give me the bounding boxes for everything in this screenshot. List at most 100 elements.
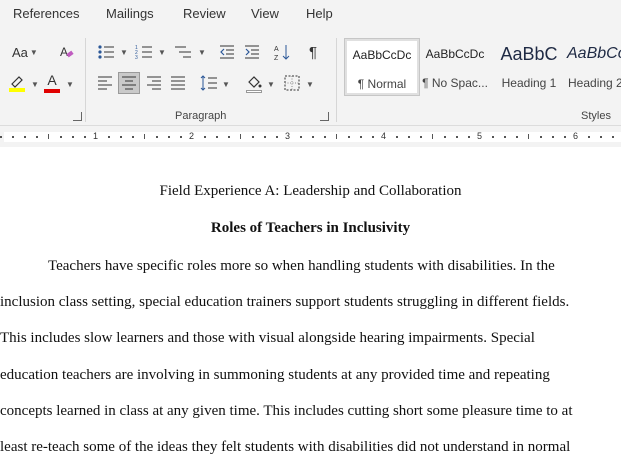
style-preview: AaBbCcDc [425,47,485,61]
change-case-button[interactable]: Aa ▼ [12,42,38,62]
ruler-dot [600,136,602,138]
increase-indent-button[interactable] [242,42,262,62]
numbered-list-icon: 123 [135,45,152,60]
chevron-down-icon[interactable]: ▼ [120,48,128,57]
style-preview: AaBbC [500,44,558,64]
clear-formatting-button[interactable]: A [58,42,76,62]
group-divider [336,38,337,122]
document-heading: Roles of Teachers in Inclusivity [210,220,411,236]
ruler-dot [24,136,26,138]
ruler-dot [180,136,182,138]
horizontal-ruler[interactable]: 1 2 3 4 5 6 [0,125,621,148]
paragraph-line: Teachers have specific roles more so whe… [48,258,555,274]
style-heading-2[interactable]: AaBbCc Heading 2 [566,38,621,94]
decrease-indent-button[interactable] [217,42,237,62]
justify-button[interactable] [168,73,188,93]
style-label: ¶ Normal [357,77,407,91]
ruler-number: 2 [189,131,195,141]
clear-formatting-icon: A [60,45,74,59]
change-case-label: Aa [12,44,28,60]
tab-mailings[interactable]: Mailings [106,6,154,21]
document-page[interactable]: Field Experience A: Leadership and Colla… [0,147,621,461]
styles-group-label: Styles [581,110,611,122]
chevron-down-icon[interactable]: ▼ [222,80,230,89]
style-normal[interactable]: AaBbCcDc ¶ Normal [344,38,420,96]
align-right-button[interactable] [144,73,164,93]
bullets-button[interactable] [95,42,117,62]
chevron-down-icon[interactable]: ▼ [66,80,74,89]
ruler-indent-marker[interactable] [0,136,2,138]
chevron-down-icon[interactable]: ▼ [267,80,275,89]
ruler-dot [564,136,566,138]
ruler-dot [360,136,362,138]
ruler-half-tick [432,134,433,139]
line-spacing-icon [200,75,217,91]
svg-text:3: 3 [135,55,138,60]
style-no-spacing[interactable]: AaBbCcDc ¶ No Spac... [418,38,492,94]
ruler-dot [12,136,14,138]
ruler-dot [396,136,398,138]
font-color-swatch [44,89,60,93]
bullet-list-icon [98,45,114,59]
sort-button[interactable]: AZ [272,42,292,62]
ruler-dot [168,136,170,138]
tab-help[interactable]: Help [306,6,333,21]
font-color-button[interactable]: A [42,72,62,94]
borders-button[interactable] [283,74,301,92]
svg-text:A: A [274,46,279,53]
paragraph-dialog-launcher-icon[interactable] [320,112,329,121]
font-dialog-launcher-icon[interactable] [73,112,82,121]
ruler-number: 3 [285,131,291,141]
multilevel-list-icon [175,46,191,58]
ruler-dot [372,136,374,138]
justify-icon [171,76,185,90]
align-right-icon [147,76,161,90]
svg-text:A: A [60,45,68,59]
align-left-button[interactable] [95,73,115,93]
align-center-button[interactable] [118,72,140,94]
chevron-down-icon[interactable]: ▼ [306,80,314,89]
highlight-color-button[interactable] [5,72,29,94]
increase-indent-icon [245,45,259,59]
style-label: ¶ No Spac... [422,76,488,90]
ruler-dot [84,136,86,138]
align-center-icon [122,76,136,90]
ruler-dot [612,136,614,138]
chevron-down-icon[interactable]: ▼ [198,48,206,57]
decrease-indent-icon [220,45,234,59]
shading-button[interactable] [244,73,264,95]
show-formatting-marks-button[interactable]: ¶ [304,42,322,62]
ruler-dot [588,136,590,138]
style-heading-1[interactable]: AaBbC Heading 1 [492,38,566,94]
ruler-dot [36,136,38,138]
ruler-dot [120,136,122,138]
document-title: Field Experience A: Leadership and Colla… [159,183,462,199]
chevron-down-icon[interactable]: ▼ [158,48,166,57]
ruler-dot [108,136,110,138]
tab-view[interactable]: View [251,6,279,21]
ruler-dot [348,136,350,138]
ruler-number: 5 [477,131,483,141]
line-spacing-button[interactable] [199,73,219,93]
chevron-down-icon[interactable]: ▼ [31,80,39,89]
style-label: Heading 1 [501,76,557,90]
svg-text:Z: Z [274,55,279,61]
tab-references[interactable]: References [13,6,79,21]
numbering-button[interactable]: 123 [133,42,155,62]
borders-icon [284,75,300,91]
ruler-dot [300,136,302,138]
pilcrow-icon: ¶ [308,43,318,61]
style-preview: AaBbCc [567,45,621,62]
shading-color-swatch [246,89,262,93]
paragraph-line: education teachers are involving in summ… [0,367,550,383]
ruler-dot [72,136,74,138]
font-color-letter: A [47,72,57,88]
multilevel-list-button[interactable] [172,42,194,62]
ruler-number: 6 [573,131,579,141]
ruler-half-tick [144,134,145,139]
ruler-number: 4 [381,131,387,141]
ruler-dot [552,136,554,138]
ruler-half-tick [336,134,337,139]
tab-review[interactable]: Review [183,6,226,21]
ruler-number: 1 [93,131,99,141]
